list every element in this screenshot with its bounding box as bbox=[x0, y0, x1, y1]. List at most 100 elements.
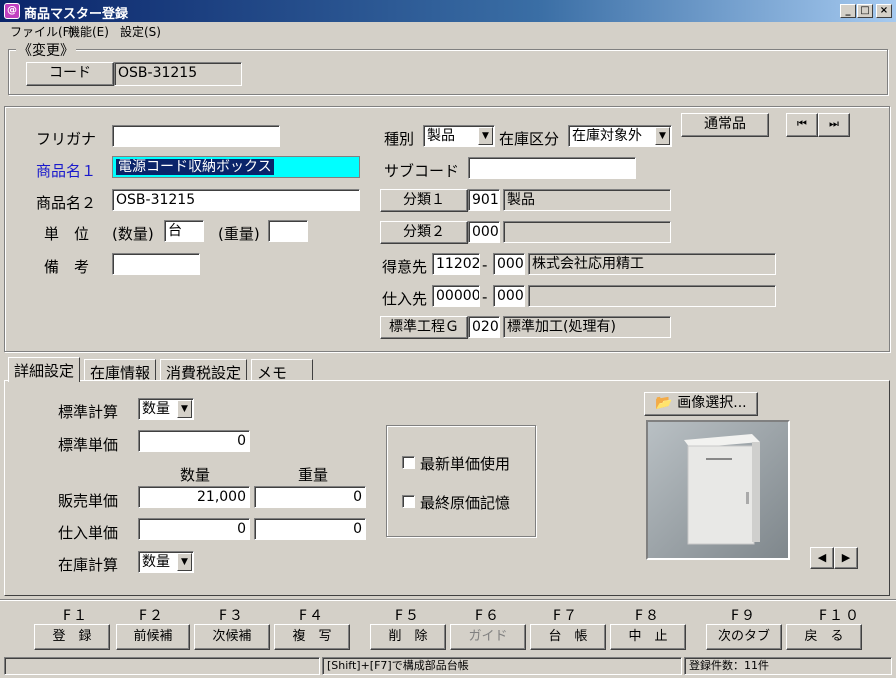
sales-price-weight-input[interactable]: 0 bbox=[254, 486, 366, 508]
tab-stock-info[interactable]: 在庫情報 bbox=[84, 359, 157, 382]
kind-select-value: 製品 bbox=[427, 128, 455, 144]
purchase-price-weight-input[interactable]: 0 bbox=[254, 518, 366, 540]
tab-detail-settings[interactable]: 詳細設定 bbox=[8, 357, 81, 382]
std-calc-label: 標準計算 bbox=[58, 403, 119, 421]
purchase-price-qty-input[interactable]: 0 bbox=[138, 518, 250, 540]
stock-class-value: 在庫対象外 bbox=[572, 128, 642, 144]
cancel-button[interactable]: 中 止 bbox=[610, 624, 686, 650]
normal-item-button[interactable]: 通常品 bbox=[681, 113, 769, 137]
weight-unit-label: (重量) bbox=[218, 225, 260, 243]
category1-button[interactable]: 分類１ bbox=[380, 189, 468, 212]
close-button[interactable]: × bbox=[876, 4, 892, 18]
subcode-input[interactable] bbox=[468, 157, 636, 179]
last-cost-label: 最終原価記憶 bbox=[420, 494, 511, 512]
customer-dash: - bbox=[482, 256, 488, 274]
furigana-input[interactable] bbox=[112, 125, 280, 147]
menu-bar: ファイル(F) 機能(E) 設定(S) bbox=[0, 22, 896, 40]
fkey-f1-label: F１ bbox=[62, 608, 90, 624]
std-process-code[interactable]: 020 bbox=[468, 316, 500, 338]
name1-label: 商品名１ bbox=[36, 162, 97, 180]
delete-button[interactable]: 削 除 bbox=[370, 624, 446, 650]
copy-button[interactable]: 複 写 bbox=[274, 624, 350, 650]
furigana-label: フリガナ bbox=[36, 130, 97, 148]
remarks-input[interactable] bbox=[112, 253, 200, 275]
register-button[interactable]: 登 録 bbox=[34, 624, 110, 650]
kind-dropdown-icon[interactable]: ▼ bbox=[478, 127, 493, 145]
title-bar: @ 商品マスター登録 _ □ × bbox=[0, 0, 896, 22]
fkey-f4-label: F４ bbox=[298, 608, 326, 624]
next-arrow-icon: ▶ bbox=[841, 551, 851, 564]
first-record-icon: ⏮ bbox=[797, 117, 807, 130]
fkey-f6-label: F６ bbox=[474, 608, 502, 624]
stock-class-select[interactable]: 在庫対象外 ▼ bbox=[568, 125, 672, 147]
window-title: 商品マスター登録 bbox=[24, 7, 129, 22]
category1-code[interactable]: 901 bbox=[468, 189, 500, 211]
category2-code[interactable]: 000 bbox=[468, 221, 500, 243]
sales-price-qty-input[interactable]: 21,000 bbox=[138, 486, 250, 508]
last-record-button[interactable]: ⏭ bbox=[818, 113, 850, 137]
status-record-count: 登録件数：11件 bbox=[684, 657, 892, 675]
std-calc-value: 数量 bbox=[142, 401, 170, 417]
category1-name: 製品 bbox=[503, 189, 671, 211]
std-process-name: 標準加工(処理有) bbox=[503, 316, 671, 338]
stock-calc-select[interactable]: 数量 ▼ bbox=[138, 551, 194, 573]
name1-input[interactable]: 電源コード収納ボックス bbox=[112, 156, 360, 178]
latest-price-checkbox[interactable] bbox=[402, 456, 415, 469]
status-bar: [Shift]+[F7]で構成部品台帳 登録件数：11件 bbox=[0, 655, 896, 678]
prev-arrow-icon: ◀ bbox=[817, 551, 827, 564]
status-pane-1 bbox=[4, 657, 320, 675]
customer-code2[interactable]: 000 bbox=[493, 253, 525, 275]
latest-price-label: 最新単価使用 bbox=[420, 455, 511, 473]
customer-name: 株式会社応用精工 bbox=[528, 253, 776, 275]
tab-tax-settings[interactable]: 消費税設定 bbox=[160, 359, 248, 382]
sales-price-label: 販売単価 bbox=[58, 492, 119, 510]
qty-unit-input[interactable]: 台 bbox=[164, 220, 204, 242]
last-cost-checkbox[interactable] bbox=[402, 495, 415, 508]
stock-calc-dropdown-icon[interactable]: ▼ bbox=[177, 553, 192, 571]
menu-file[interactable]: ファイル(F) bbox=[10, 23, 74, 40]
return-button[interactable]: 戻 る bbox=[786, 624, 862, 650]
qty-column-header: 数量 bbox=[180, 466, 211, 484]
supplier-label: 仕入先 bbox=[382, 290, 428, 308]
menu-function[interactable]: 機能(E) bbox=[68, 23, 109, 40]
code-field[interactable]: OSB-31215 bbox=[114, 62, 242, 86]
next-image-button[interactable]: ▶ bbox=[834, 547, 858, 569]
weight-column-header: 重量 bbox=[298, 466, 329, 484]
remarks-label: 備 考 bbox=[44, 258, 90, 276]
supplier-code1[interactable]: 00000 bbox=[432, 285, 480, 307]
image-select-button[interactable]: 📂 画像選択... bbox=[644, 392, 758, 416]
maximize-button[interactable]: □ bbox=[857, 4, 873, 18]
minimize-button[interactable]: _ bbox=[840, 4, 856, 18]
name2-label: 商品名２ bbox=[36, 194, 97, 212]
std-calc-dropdown-icon[interactable]: ▼ bbox=[177, 400, 192, 418]
app-icon[interactable]: @ bbox=[4, 3, 20, 19]
std-calc-select[interactable]: 数量 ▼ bbox=[138, 398, 194, 420]
prev-candidate-button[interactable]: 前候補 bbox=[116, 624, 190, 650]
std-process-button[interactable]: 標準工程Ｇ bbox=[380, 316, 468, 339]
prev-image-button[interactable]: ◀ bbox=[810, 547, 834, 569]
category2-button[interactable]: 分類２ bbox=[380, 221, 468, 244]
code-button[interactable]: コード bbox=[26, 62, 114, 86]
first-record-button[interactable]: ⏮ bbox=[786, 113, 818, 137]
stock-calc-label: 在庫計算 bbox=[58, 556, 119, 574]
product-image bbox=[646, 420, 790, 560]
next-tab-button[interactable]: 次のタブ bbox=[706, 624, 782, 650]
fkey-f2-label: F２ bbox=[138, 608, 166, 624]
stock-calc-value: 数量 bbox=[142, 554, 170, 570]
fkey-f9-label: F９ bbox=[730, 608, 758, 624]
next-candidate-button[interactable]: 次候補 bbox=[194, 624, 270, 650]
tab-memo[interactable]: メモ bbox=[251, 359, 313, 382]
std-price-label: 標準単価 bbox=[58, 436, 119, 454]
name2-input[interactable]: OSB-31215 bbox=[112, 189, 360, 211]
guide-button-disabled: ガイド bbox=[450, 624, 526, 650]
customer-code1[interactable]: 11202 bbox=[432, 253, 480, 275]
std-price-input[interactable]: 0 bbox=[138, 430, 250, 452]
stock-class-dropdown-icon[interactable]: ▼ bbox=[655, 127, 670, 145]
purchase-price-label: 仕入単価 bbox=[58, 524, 119, 542]
kind-select[interactable]: 製品 ▼ bbox=[423, 125, 495, 147]
ledger-button[interactable]: 台 帳 bbox=[530, 624, 606, 650]
supplier-code2[interactable]: 000 bbox=[493, 285, 525, 307]
weight-unit-input[interactable] bbox=[268, 220, 308, 242]
menu-settings[interactable]: 設定(S) bbox=[120, 23, 161, 40]
cabinet-illustration bbox=[648, 422, 788, 558]
